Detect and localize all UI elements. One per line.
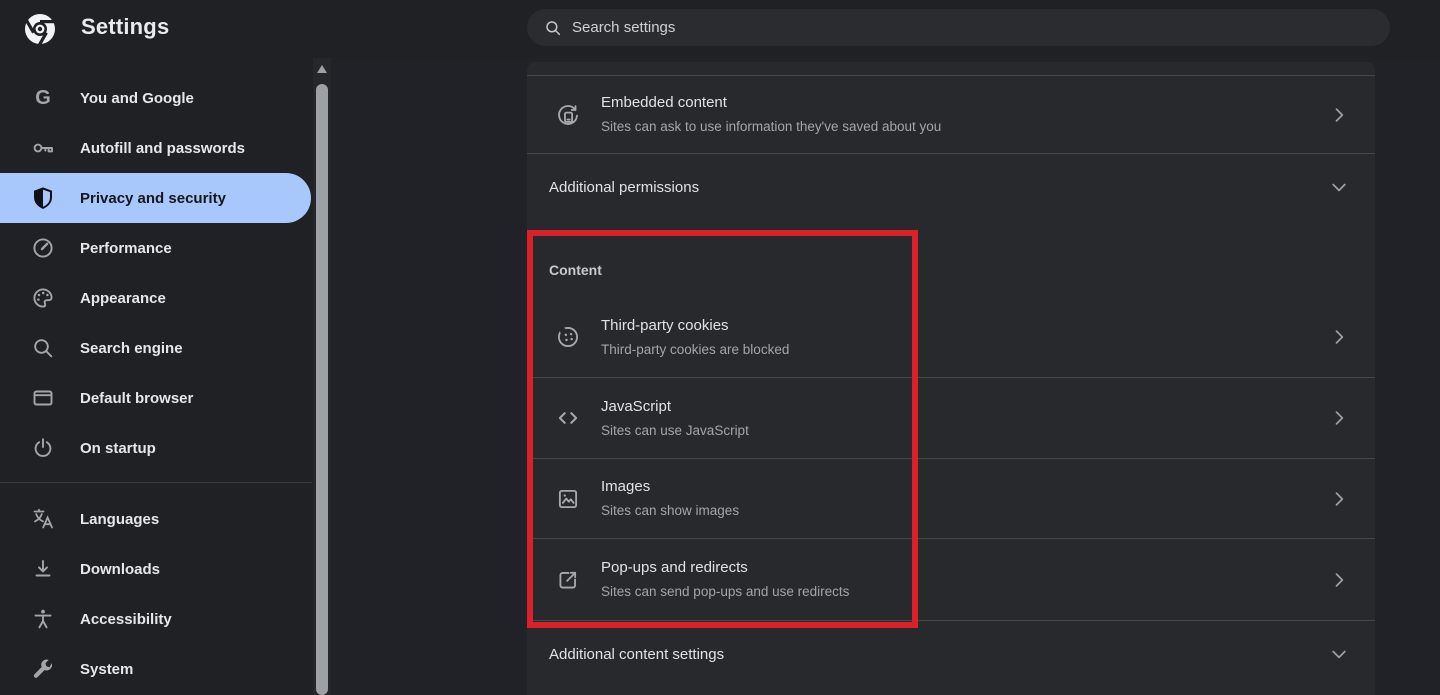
scrollbar-track[interactable] [313,58,331,695]
code-brackets-icon [555,405,581,431]
sidebar-item-default-browser[interactable]: Default browser [0,373,311,423]
wrench-icon [30,656,56,682]
popup-redirect-icon [555,567,581,593]
power-icon [30,435,56,461]
cookie-icon [555,324,581,350]
browser-window-icon [30,385,56,411]
site-settings-card: Embedded content Sites can ask to use in… [527,62,1375,695]
chevron-right-icon [1329,105,1349,125]
chevron-right-icon [1329,489,1349,509]
sidebar-item-search-engine[interactable]: Search engine [0,323,311,373]
search-input[interactable] [572,19,1312,36]
row-subtitle: Sites can ask to use information they've… [601,117,941,136]
google-g-icon: G [30,85,56,111]
sidebar-item-autofill[interactable]: Autofill and passwords [0,123,311,173]
clipped-row [527,62,1375,75]
row-subtitle: Third-party cookies are blocked [601,340,789,359]
chrome-logo-icon [24,13,56,45]
sidebar-divider [0,482,312,483]
row-javascript[interactable]: JavaScript Sites can use JavaScript [527,378,1375,458]
row-title: Pop-ups and redirects [601,558,849,578]
sidebar-item-languages[interactable]: Languages [0,494,311,544]
chevron-right-icon [1329,570,1349,590]
translate-icon [30,506,56,532]
chevron-down-icon [1329,644,1349,664]
sidebar-item-appearance[interactable]: Appearance [0,273,311,323]
palette-icon [30,285,56,311]
row-title: JavaScript [601,397,749,417]
shield-icon [30,185,56,211]
row-third-party-cookies[interactable]: Third-party cookies Third-party cookies … [527,297,1375,377]
embedded-content-icon [555,102,581,128]
header-bar: Settings [0,0,1440,58]
image-icon [555,486,581,512]
scrollbar-thumb[interactable] [316,84,328,695]
sidebar-item-downloads[interactable]: Downloads [0,544,311,594]
sidebar-item-accessibility[interactable]: Accessibility [0,594,311,644]
page-title: Settings [81,14,169,40]
sidebar-item-on-startup[interactable]: On startup [0,423,311,473]
sidebar-item-system[interactable]: System [0,644,311,694]
row-title: Embedded content [601,93,941,113]
key-icon [30,135,56,161]
sidebar-item-privacy-and-security[interactable]: Privacy and security [0,173,311,223]
sidebar-item-performance[interactable]: Performance [0,223,311,273]
sidebar-item-you-and-google[interactable]: G You and Google [0,73,311,123]
row-subtitle: Sites can show images [601,501,739,520]
section-header-content: Content [527,220,1375,297]
row-additional-content-settings[interactable]: Additional content settings [527,621,1375,687]
row-title: Third-party cookies [601,316,789,336]
search-bar[interactable] [527,9,1390,46]
chevron-right-icon [1329,327,1349,347]
scrollbar-up-arrow-icon[interactable] [317,65,327,73]
row-embedded-content[interactable]: Embedded content Sites can ask to use in… [527,76,1375,153]
row-title: Images [601,477,739,497]
row-subtitle: Sites can use JavaScript [601,421,749,440]
sidebar-nav: G You and Google Autofill and passwords … [0,58,312,695]
chevron-down-icon [1329,177,1349,197]
chrome-settings-page: Settings G You and Google Autofill and p… [0,0,1440,695]
magnifier-icon [30,335,56,361]
row-subtitle: Sites can send pop-ups and use redirects [601,582,849,601]
chevron-right-icon [1329,408,1349,428]
row-images[interactable]: Images Sites can show images [527,459,1375,538]
row-popups-redirects[interactable]: Pop-ups and redirects Sites can send pop… [527,539,1375,620]
row-additional-permissions[interactable]: Additional permissions [527,154,1375,220]
search-icon [544,19,562,37]
download-icon [30,556,56,582]
speedometer-icon [30,235,56,261]
accessibility-icon [30,606,56,632]
